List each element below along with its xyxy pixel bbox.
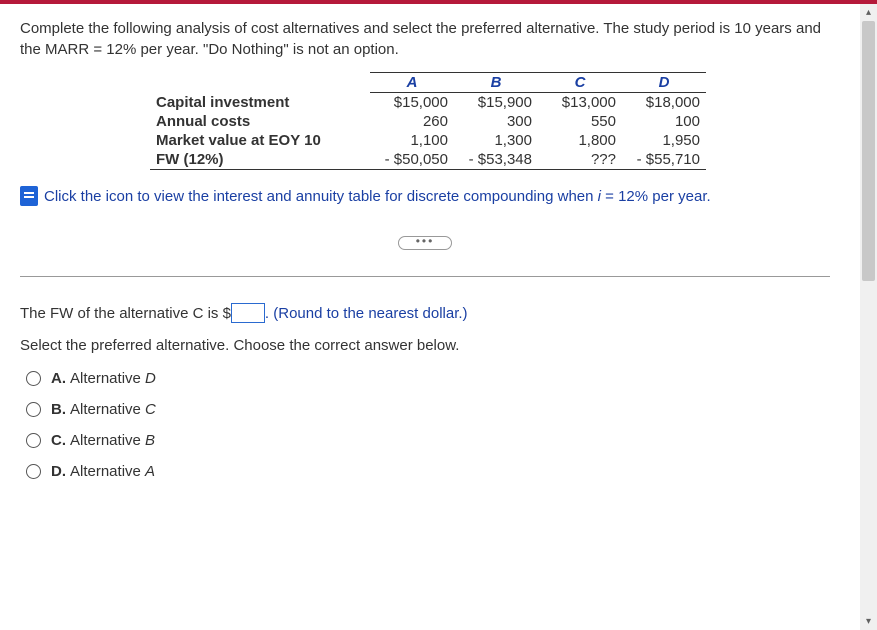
radio-icon	[26, 433, 41, 448]
reference-link-row: Click the icon to view the interest and …	[20, 186, 830, 206]
choice-a[interactable]: A.Alternative D	[26, 370, 830, 387]
question-text: Complete the following analysis of cost …	[20, 18, 830, 60]
cell: 550	[538, 112, 622, 131]
choice-b[interactable]: B.Alternative C	[26, 401, 830, 418]
answer-prefix: The FW of the alternative C is $	[20, 305, 231, 322]
document-icon[interactable]	[20, 186, 38, 206]
choice-c[interactable]: C.Alternative B	[26, 432, 830, 449]
col-header-d: D	[622, 73, 706, 93]
answer-hint: . (Round to the nearest dollar.)	[265, 305, 468, 322]
cell: $13,000	[538, 93, 622, 113]
choice-word: Alternative	[70, 432, 145, 449]
radio-icon	[26, 402, 41, 417]
expand-row: •••	[20, 232, 830, 250]
choice-alt: B	[145, 432, 155, 449]
reference-link[interactable]: Click the icon to view the interest and …	[44, 188, 711, 205]
choice-word: Alternative	[70, 370, 145, 387]
choice-letter: C.	[51, 432, 66, 449]
cell: $15,000	[370, 93, 454, 113]
col-header-b: B	[454, 73, 538, 93]
cell: ???	[538, 150, 622, 170]
row-label: FW (12%)	[150, 150, 370, 170]
choice-letter: D.	[51, 463, 66, 480]
choice-letter: B.	[51, 401, 66, 418]
link-prefix: Click the icon to view the interest and …	[44, 188, 598, 205]
cell: - $50,050	[370, 150, 454, 170]
data-table-wrap: A B C D Capital investment $15,000 $15,9…	[150, 72, 830, 170]
choice-alt: C	[145, 401, 156, 418]
cell: 1,300	[454, 131, 538, 150]
content-area: Complete the following analysis of cost …	[0, 4, 850, 480]
choice-alt: D	[145, 370, 156, 387]
cell: 1,800	[538, 131, 622, 150]
fw-c-input[interactable]	[231, 303, 265, 323]
cell: 1,100	[370, 131, 454, 150]
cell: 300	[454, 112, 538, 131]
fill-in-line: The FW of the alternative C is $ . (Round…	[20, 303, 830, 323]
radio-icon	[26, 464, 41, 479]
choice-word: Alternative	[70, 463, 145, 480]
table-row: FW (12%) - $50,050 - $53,348 ??? - $55,7…	[150, 150, 706, 170]
alternatives-table: A B C D Capital investment $15,000 $15,9…	[150, 72, 706, 170]
row-label: Capital investment	[150, 93, 370, 113]
choices-group: A.Alternative D B.Alternative C C.Altern…	[20, 370, 830, 480]
cell: 1,950	[622, 131, 706, 150]
scroll-up-icon[interactable]: ▴	[860, 4, 877, 21]
col-header-c: C	[538, 73, 622, 93]
cell: 100	[622, 112, 706, 131]
table-row: Annual costs 260 300 550 100	[150, 112, 706, 131]
cell: - $53,348	[454, 150, 538, 170]
choice-d[interactable]: D.Alternative A	[26, 463, 830, 480]
radio-icon	[26, 371, 41, 386]
choice-word: Alternative	[70, 401, 145, 418]
col-header-a: A	[370, 73, 454, 93]
choice-instruction: Select the preferred alternative. Choose…	[20, 337, 830, 354]
scroll-thumb[interactable]	[862, 21, 875, 281]
scroll-down-icon[interactable]: ▾	[860, 613, 877, 630]
divider	[20, 276, 830, 277]
expand-button[interactable]: •••	[398, 236, 452, 250]
table-row: Market value at EOY 10 1,100 1,300 1,800…	[150, 131, 706, 150]
scrollbar[interactable]: ▴ ▾	[860, 4, 877, 630]
row-label: Annual costs	[150, 112, 370, 131]
cell: $18,000	[622, 93, 706, 113]
choice-letter: A.	[51, 370, 66, 387]
link-suffix: = 12% per year.	[601, 188, 711, 205]
cell: 260	[370, 112, 454, 131]
table-row: Capital investment $15,000 $15,900 $13,0…	[150, 93, 706, 113]
cell: - $55,710	[622, 150, 706, 170]
choice-alt: A	[145, 463, 155, 480]
cell: $15,900	[454, 93, 538, 113]
row-label: Market value at EOY 10	[150, 131, 370, 150]
table-header-row: A B C D	[150, 73, 706, 93]
